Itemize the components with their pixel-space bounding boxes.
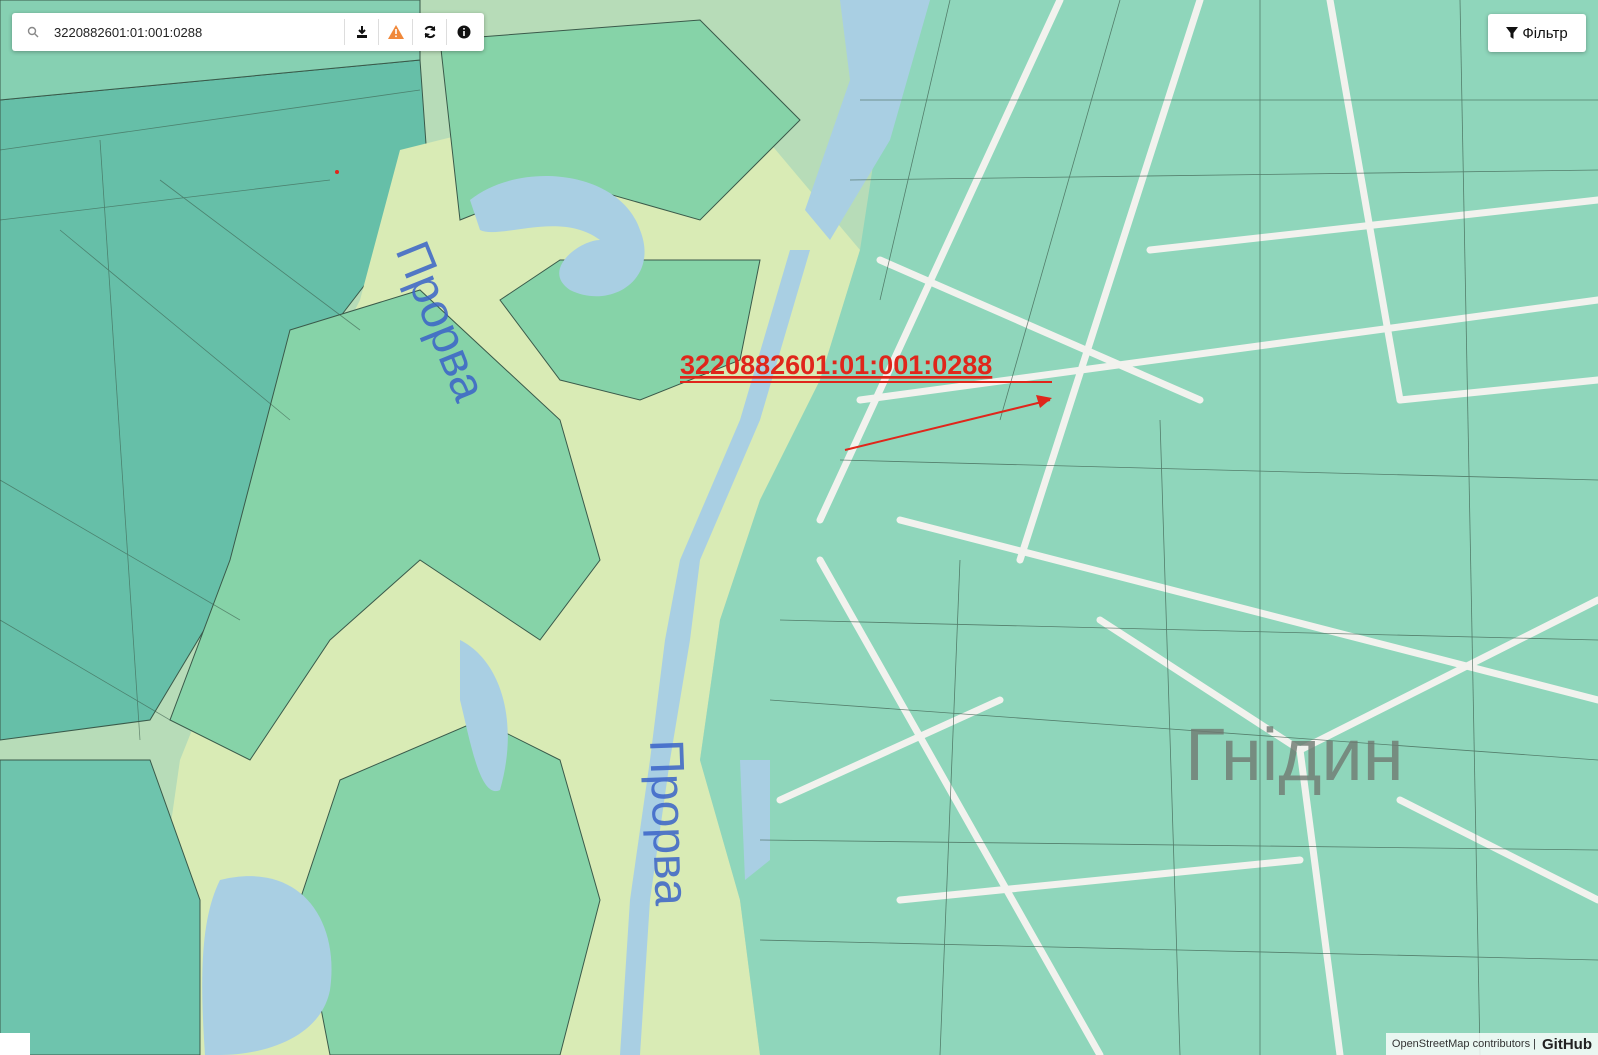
warning-button[interactable] xyxy=(378,19,412,45)
download-button[interactable] xyxy=(344,19,378,45)
refresh-icon xyxy=(424,25,435,39)
search-toolbar xyxy=(344,19,480,45)
map-layer[interactable]: Прорва Прорва Гнідин 3220882601:01:001:0… xyxy=(0,0,1598,1055)
river-label-south: Прорва xyxy=(639,739,698,907)
place-label: Гнідин xyxy=(1185,713,1404,796)
osm-attribution-link[interactable]: OpenStreetMap contributors | xyxy=(1392,1038,1536,1050)
refresh-button[interactable] xyxy=(412,19,446,45)
location-marker xyxy=(335,170,339,174)
github-link[interactable]: GitHub xyxy=(1542,1036,1592,1053)
channel-east xyxy=(740,760,770,880)
search-icon xyxy=(24,23,42,41)
search-input[interactable] xyxy=(52,23,336,41)
info-icon xyxy=(457,25,470,39)
info-button[interactable] xyxy=(446,19,480,45)
warning-icon xyxy=(387,25,404,39)
scale-bar xyxy=(0,1033,30,1055)
attribution-bar: OpenStreetMap contributors | GitHub xyxy=(1385,1033,1598,1055)
search-bar xyxy=(12,13,484,51)
parcel-annotation-label: 3220882601:01:001:0288 xyxy=(680,350,992,380)
download-icon xyxy=(356,26,367,38)
filter-icon xyxy=(1506,26,1519,39)
filter-button[interactable]: Фільтр xyxy=(1488,14,1586,52)
filter-label: Фільтр xyxy=(1522,24,1568,42)
map-canvas[interactable]: Прорва Прорва Гнідин 3220882601:01:001:0… xyxy=(0,0,1598,1055)
